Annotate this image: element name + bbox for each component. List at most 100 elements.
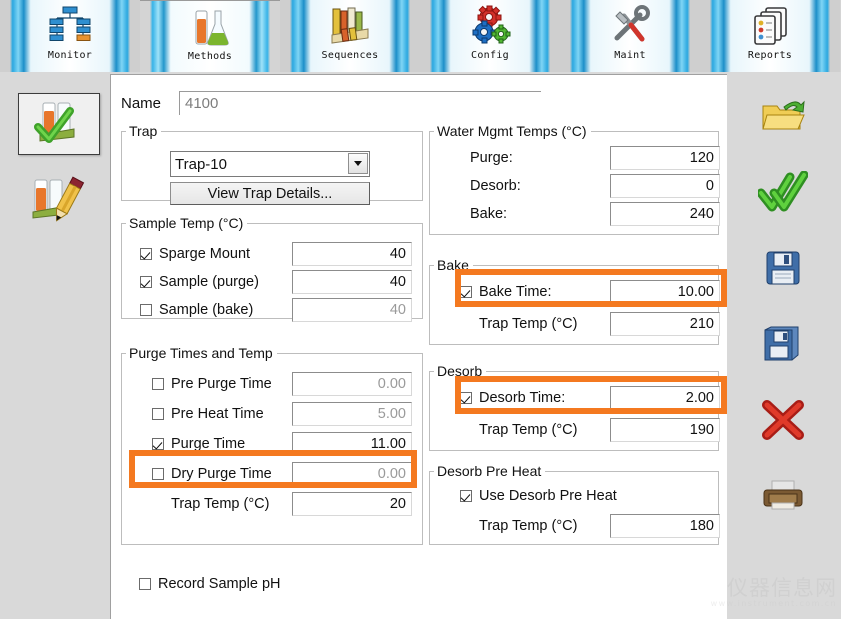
sample-temp-legend: Sample Temp (°C) [129, 215, 244, 231]
method-name-input[interactable] [179, 91, 541, 115]
desorb-trap-temp-label: Trap Temp (°C) [479, 422, 578, 438]
toolbar-label: Monitor [47, 50, 93, 61]
use-desorb-preheat-checkbox[interactable] [460, 490, 472, 502]
preheat-trap-temp-input[interactable] [610, 514, 720, 538]
purge-time-input[interactable] [292, 432, 412, 456]
save-icon [764, 249, 802, 292]
water-mgmt-legend: Water Mgmt Temps (°C) [437, 123, 587, 139]
trap-group: Trap Trap-10 View Trap Details... [121, 123, 423, 205]
purge-trap-temp-input[interactable] [292, 492, 412, 516]
purge-times-legend: Purge Times and Temp [129, 345, 273, 361]
trap-select-wrap: Trap-10 [170, 151, 370, 177]
pre-purge-time-checkbox[interactable] [152, 378, 164, 390]
sample-purge-label: Sample (purge) [159, 274, 259, 290]
desorb-legend: Desorb [437, 363, 483, 379]
toolbar-button-sequences[interactable]: Sequences [280, 0, 420, 72]
print-method-button[interactable] [759, 476, 807, 520]
toolbar-button-methods[interactable]: Methods [140, 0, 280, 72]
row-desorb-trap-temp: Trap Temp (°C) [460, 417, 720, 443]
bake-trap-temp-label: Trap Temp (°C) [479, 316, 578, 332]
water-desorb-label: Desorb: [470, 178, 521, 194]
trap-group-legend: Trap [129, 123, 158, 139]
desorb-preheat-legend: Desorb Pre Heat [437, 463, 542, 479]
sidebar-item-method-view[interactable] [18, 93, 100, 155]
double-check-icon [756, 170, 809, 218]
left-sidebar [0, 72, 110, 619]
desorb-trap-temp-input[interactable] [610, 418, 720, 442]
trap-select[interactable]: Trap-10 [170, 151, 370, 177]
delete-method-button[interactable] [759, 399, 807, 444]
pre-heat-time-input[interactable] [292, 402, 412, 426]
desorb-group: Desorb Desorb Time: Trap Temp (°C) [429, 363, 720, 451]
toolbar-button-config[interactable]: Config [420, 0, 560, 72]
view-trap-details-button[interactable]: View Trap Details... [170, 182, 370, 205]
pre-purge-time-label: Pre Purge Time [171, 376, 272, 392]
dry-purge-time-input[interactable] [292, 462, 412, 486]
record-sample-ph-label: Record Sample pH [158, 576, 281, 592]
desorb-time-checkbox[interactable] [460, 392, 472, 404]
sparge-mount-checkbox[interactable] [140, 248, 152, 260]
row-use-desorb-preheat: Use Desorb Pre Heat [460, 483, 710, 509]
pre-heat-time-checkbox[interactable] [152, 408, 164, 420]
toolbar-button-monitor[interactable]: Monitor [0, 0, 140, 72]
use-desorb-preheat-label: Use Desorb Pre Heat [479, 488, 617, 504]
row-sample-bake: Sample (bake) [140, 297, 412, 323]
bake-group: Bake Bake Time: Trap Temp (°C) [429, 257, 720, 345]
method-name-label: Name [121, 94, 162, 112]
right-action-sidebar [727, 72, 841, 619]
toolbar-button-maint[interactable]: Maint [560, 0, 700, 72]
water-purge-label: Purge: [470, 150, 513, 166]
row-sample-purge: Sample (purge) [140, 269, 412, 295]
bake-time-checkbox[interactable] [460, 286, 472, 298]
save-as-method-button[interactable] [759, 324, 807, 368]
sample-temp-group: Sample Temp (°C) Sparge Mount Sample (pu… [121, 215, 423, 322]
row-water-purge: Purge: [470, 145, 720, 171]
water-bake-input[interactable] [610, 202, 720, 226]
row-water-bake: Bake: [470, 201, 720, 227]
monitor-icon [35, 3, 105, 49]
toolbar-button-reports[interactable]: Reports [700, 0, 840, 72]
sample-bake-input[interactable] [292, 298, 412, 322]
water-bake-label: Bake: [470, 206, 508, 222]
gears-icon [455, 3, 525, 49]
tubes-pencil-icon [27, 175, 91, 232]
sparge-mount-input[interactable] [292, 242, 412, 266]
row-water-desorb: Desorb: [470, 173, 720, 199]
main-toolbar: Monitor Methods Sequences Config Maint R… [0, 0, 841, 72]
bake-trap-temp-input[interactable] [610, 312, 720, 336]
sample-purge-checkbox[interactable] [140, 276, 152, 288]
pre-heat-time-label: Pre Heat Time [171, 406, 264, 422]
sidebar-item-method-edit[interactable] [18, 172, 100, 234]
purge-time-label: Purge Time [171, 436, 246, 452]
dry-purge-time-checkbox[interactable] [152, 468, 164, 480]
row-pre-purge-time: Pre Purge Time [152, 371, 412, 397]
sparge-mount-label: Sparge Mount [159, 246, 251, 262]
open-method-button[interactable] [759, 96, 807, 140]
desorb-preheat-group: Desorb Pre Heat Use Desorb Pre Heat Trap… [429, 463, 720, 545]
books-icon [315, 3, 385, 49]
desorb-time-input[interactable] [610, 386, 720, 410]
row-sparge-mount: Sparge Mount [140, 241, 412, 267]
bake-time-label: Bake Time: [479, 284, 552, 300]
purge-time-checkbox[interactable] [152, 438, 164, 450]
row-preheat-trap-temp: Trap Temp (°C) [460, 513, 720, 539]
sample-purge-input[interactable] [292, 270, 412, 294]
print-icon [761, 479, 805, 518]
pre-purge-time-input[interactable] [292, 372, 412, 396]
bake-time-input[interactable] [610, 280, 720, 304]
row-desorb-time: Desorb Time: [460, 385, 720, 411]
tools-icon [595, 3, 665, 49]
water-purge-input[interactable] [610, 146, 720, 170]
save-method-button[interactable] [759, 248, 807, 292]
record-sample-ph-checkbox[interactable] [139, 578, 151, 590]
method-form-panel: Name Trap Trap-10 View Trap Details... S… [110, 74, 727, 619]
validate-method-button[interactable] [756, 170, 809, 218]
sample-bake-checkbox[interactable] [140, 304, 152, 316]
open-folder-icon [760, 96, 806, 141]
water-mgmt-group: Water Mgmt Temps (°C) Purge: Desorb: Bak… [429, 123, 720, 235]
row-purge-time: Purge Time [152, 431, 412, 457]
row-pre-heat-time: Pre Heat Time [152, 401, 412, 427]
toolbar-label: Reports [747, 50, 793, 61]
water-desorb-input[interactable] [610, 174, 720, 198]
application-window: Monitor Methods Sequences Config Maint R… [0, 0, 841, 619]
